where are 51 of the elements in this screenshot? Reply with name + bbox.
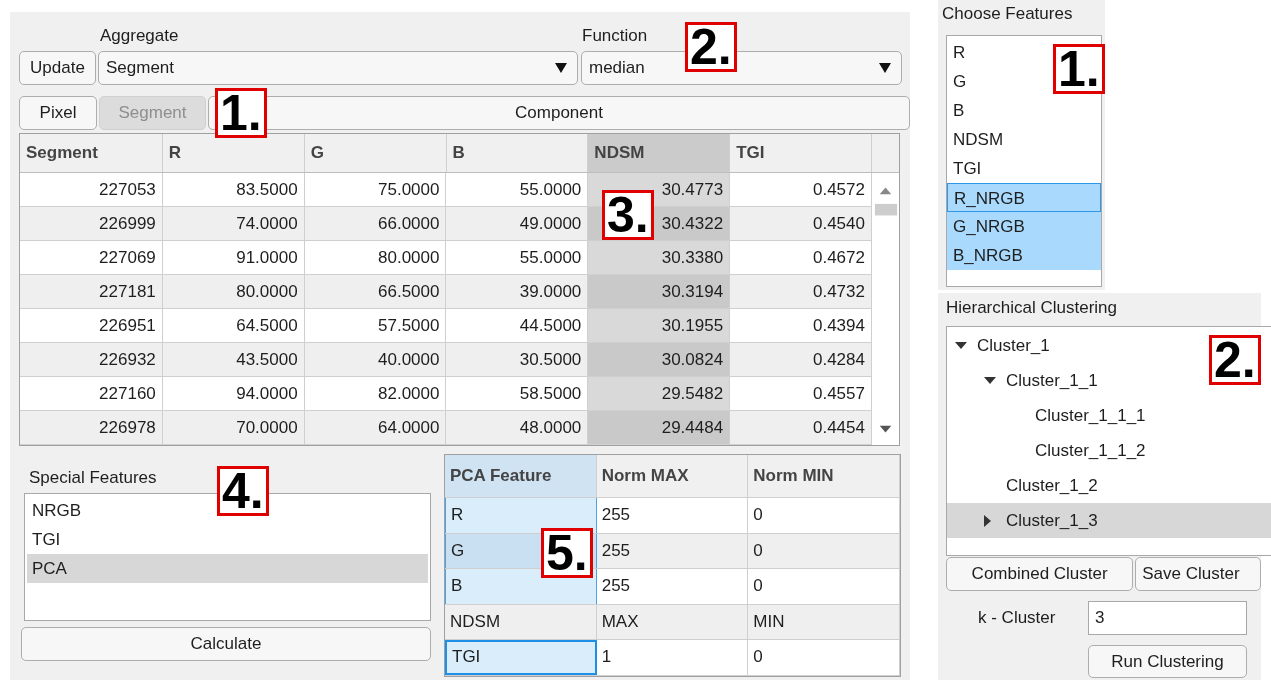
annotation-tooltip: 1. (215, 88, 267, 138)
table-cell: 30.3194 (588, 275, 731, 308)
table-cell: 64.0000 (304, 411, 447, 444)
table-cell: 226978 (20, 411, 163, 444)
table-cell: 0.4454 (730, 411, 872, 444)
table-cell: 0.4672 (730, 241, 872, 274)
table-cell: 29.4484 (588, 411, 731, 444)
table-cell: 80.0000 (162, 275, 305, 308)
annotation-tooltip: 2. (685, 22, 737, 72)
table-cell: 66.5000 (304, 275, 447, 308)
section-label: Choose Features (941, 3, 1074, 25)
table-cell: 80.0000 (304, 241, 447, 274)
k-cluster-label: k - Cluster (978, 608, 1057, 628)
table-cell: 29.5482 (588, 377, 731, 410)
table-cell: 75.0000 (304, 173, 447, 206)
table-cell: 226932 (20, 343, 163, 376)
table-cell: 30.0824 (588, 343, 731, 376)
section-label: Special Features (28, 468, 158, 488)
function-label: Function (582, 25, 648, 47)
aggregate-label: Aggregate (100, 26, 179, 45)
table-cell: 0.4732 (730, 275, 872, 308)
table-cell: 74.0000 (162, 207, 305, 240)
table-cell: 227069 (20, 241, 163, 274)
table-cell: 91.0000 (162, 241, 305, 274)
table-cell: 30.1955 (588, 309, 731, 342)
table-cell: 227053 (20, 173, 163, 206)
table-cell: 226951 (20, 309, 163, 342)
table-cell: 57.5000 (304, 309, 447, 342)
annotation-tooltip: 3. (602, 190, 654, 240)
table-cell: 0.4540 (730, 207, 872, 240)
table-cell: 30.3380 (588, 241, 731, 274)
annotation-tooltip: 1. (1053, 44, 1105, 94)
table-cell: 70.0000 (162, 411, 305, 444)
table-cell: 0.4572 (730, 173, 872, 206)
table-cell: 227160 (20, 377, 163, 410)
table-cell: 66.0000 (304, 207, 447, 240)
section-label: Hierarchical Clustering (945, 297, 1118, 319)
annotation-tooltip: 2. (1209, 335, 1261, 385)
table-cell: 83.5000 (162, 173, 305, 206)
table-cell: 43.5000 (162, 343, 305, 376)
table-cell: 94.0000 (162, 377, 305, 410)
table-cell: 64.5000 (162, 309, 305, 342)
annotation-tooltip: 4. (217, 466, 269, 516)
table-cell: 226999 (20, 207, 163, 240)
table-cell: 40.0000 (304, 343, 447, 376)
table-cell: 82.0000 (304, 377, 447, 410)
table-cell: 0.4557 (730, 377, 872, 410)
annotation-tooltip: 5. (541, 528, 593, 578)
table-cell: 0.4394 (730, 309, 872, 342)
table-cell: 227181 (20, 275, 163, 308)
table-cell: 0.4284 (730, 343, 872, 376)
